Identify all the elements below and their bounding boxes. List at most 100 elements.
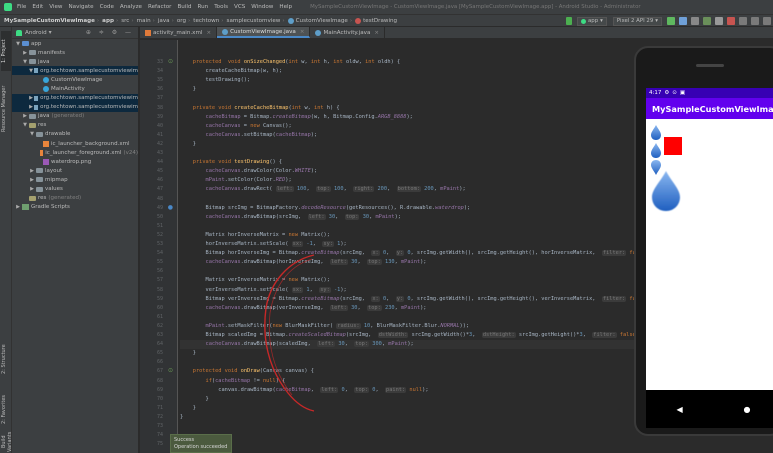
code-line[interactable]: private void testDrawing() { (180, 158, 282, 167)
code-line[interactable]: if(cacheBitmap != null) { (180, 377, 286, 386)
breadcrumb-class[interactable]: CustomViewImage (287, 17, 350, 24)
code-line[interactable]: cacheCanvas.drawBitmap(horInverseImg, le… (180, 258, 427, 267)
code-line[interactable]: Bitmap verInverseImg = Bitmap.createBitm… (180, 295, 652, 304)
tree-item[interactable]: ▼ app (12, 39, 138, 48)
breadcrumb-item[interactable]: techtown (193, 18, 219, 24)
profile-icon[interactable] (703, 17, 711, 25)
code-line[interactable]: Bitmap srcImg = BitmapFactory.decodeReso… (180, 204, 471, 213)
code-line[interactable]: } (180, 349, 196, 358)
attach-icon[interactable] (691, 17, 699, 25)
sync-icon[interactable] (715, 17, 723, 25)
code-line[interactable]: horInverseMatrix.setScale( sx: -1, sy: 1… (180, 240, 347, 249)
expand-arrow-icon[interactable]: ▶ (15, 204, 21, 210)
code-line[interactable]: private void createCacheBitmap(int w, in… (180, 104, 340, 113)
tab-mainactivity-java[interactable]: MainActivity.java × (310, 27, 386, 38)
tree-item[interactable]: ic_launcher_foreground.xml (v24) (12, 148, 138, 157)
debug-icon[interactable] (679, 17, 687, 25)
success-notification[interactable]: Success Operation succeeded (170, 434, 232, 453)
tab-customviewimage-java[interactable]: CustomViewImage.java × (217, 27, 311, 38)
menu-item-tools[interactable]: Tools (214, 4, 228, 10)
close-icon[interactable]: × (300, 29, 305, 35)
tree-item[interactable]: ▶ values (12, 185, 138, 194)
override-marker-icon[interactable]: ⊙ (168, 58, 173, 65)
expand-arrow-icon[interactable]: ▶ (29, 104, 33, 110)
close-icon[interactable]: × (374, 30, 379, 36)
tree-item[interactable]: MainActivity (12, 84, 138, 93)
breadcrumb-method[interactable]: testDrawing (355, 17, 399, 24)
breadcrumb-item[interactable]: samplecustomview (227, 18, 281, 24)
code-line[interactable]: createCacheBitmap(w, h); (180, 67, 283, 76)
project-view-select[interactable]: Android (25, 30, 47, 36)
breakpoint-info-icon[interactable]: ● (168, 204, 173, 211)
sdk-manager-icon[interactable] (751, 17, 759, 25)
tree-item[interactable]: ▼ org.techtown.samplecustomviewim (12, 66, 138, 76)
close-icon[interactable]: × (206, 30, 211, 36)
tree-item[interactable]: res (generated) (12, 194, 138, 203)
tab-build-variants[interactable]: Build Variants (1, 431, 11, 453)
menu-item-window[interactable]: Window (251, 4, 273, 10)
device-select[interactable]: Pixel 2 API 29 ▾ (612, 16, 662, 26)
code-line[interactable]: cacheBitmap = Bitmap.createBitmap(w, h, … (180, 113, 413, 122)
collapse-arrow-icon[interactable]: ▼ (15, 41, 21, 47)
code-line[interactable]: } (180, 413, 183, 422)
expand-arrow-icon[interactable]: ▶ (22, 50, 28, 56)
code-line[interactable]: mPaint.setMaskFilter(new BlurMaskFilter(… (180, 322, 469, 331)
code-line[interactable]: canvas.drawBitmap(cacheBitmap, left: 0, … (180, 386, 429, 395)
menu-item-view[interactable]: View (49, 4, 62, 10)
tab-activity-main-xml[interactable]: activity_main.xml × (140, 27, 218, 38)
tree-item[interactable]: ▶ Gradle Scripts (12, 203, 138, 212)
code-line[interactable]: cacheCanvas.drawColor(Color.WHITE); (180, 167, 318, 176)
expand-arrow-icon[interactable]: ▶ (22, 113, 28, 119)
menu-item-build[interactable]: Build (177, 4, 191, 10)
code-line[interactable]: } (180, 404, 196, 413)
tree-item[interactable]: ▶ mipmap (12, 175, 138, 184)
menu-item-edit[interactable]: Edit (32, 4, 43, 10)
code-line[interactable]: protected void onSizeChanged(int w, int … (180, 58, 400, 67)
menu-item-analyze[interactable]: Analyze (120, 4, 142, 10)
tree-item[interactable]: ▶ manifests (12, 48, 138, 57)
breadcrumb-item[interactable]: main (137, 18, 151, 24)
code-line[interactable]: mPaint.setColor(Color.RED); (180, 176, 292, 185)
menu-item-refactor[interactable]: Refactor (148, 4, 171, 10)
breadcrumb-item[interactable]: org (177, 18, 186, 24)
code-line[interactable]: Bitmap scaledImg = Bitmap.createScaledBi… (180, 331, 642, 340)
tab-project[interactable]: 1: Project (1, 31, 11, 71)
collapse-arrow-icon[interactable]: ▼ (22, 122, 28, 128)
code-line[interactable]: Bitmap horInverseImg = Bitmap.createBitm… (180, 249, 652, 258)
code-line[interactable]: } (180, 395, 209, 404)
code-line[interactable]: } (180, 85, 196, 94)
breadcrumb-item[interactable]: app (102, 18, 114, 24)
tree-item[interactable]: ▶ org.techtown.samplecustomviewim (12, 93, 138, 103)
code-line[interactable]: Matrix verInverseMatrix = new Matrix(); (180, 276, 330, 285)
collapse-arrow-icon[interactable]: ▼ (22, 59, 28, 65)
hammer-icon[interactable] (565, 17, 572, 25)
menu-item-run[interactable]: Run (197, 4, 208, 10)
menu-item-vcs[interactable]: VCS (234, 4, 245, 10)
code-line[interactable]: cacheCanvas.setBitmap(cacheBitmap); (180, 131, 318, 140)
breadcrumb-item[interactable]: java (158, 18, 170, 24)
emulator-screen[interactable]: 4:17 ⚙ ⊙ ▣ MySampleCustomViewImage ◀ ● (646, 88, 773, 428)
code-line[interactable]: testDrawing(); (180, 76, 251, 85)
run-icon[interactable] (667, 17, 675, 25)
tree-item[interactable]: ▼ java (12, 57, 138, 66)
run-config-select[interactable]: app ▾ (576, 16, 607, 26)
breadcrumb-item[interactable]: MySampleCustomViewImage (4, 18, 95, 24)
collapse-arrow-icon[interactable]: ▼ (29, 68, 33, 74)
tab-favorites[interactable]: 2: Favorites (1, 389, 11, 429)
code-line[interactable]: cacheCanvas.drawRect( left: 100, top: 10… (180, 185, 466, 194)
stop-icon[interactable] (727, 17, 735, 25)
expand-arrow-icon[interactable]: ▶ (29, 168, 35, 174)
tree-item[interactable]: ic_launcher_background.xml (12, 139, 138, 148)
menu-item-file[interactable]: File (17, 4, 26, 10)
tab-resource-manager[interactable]: Resource Manager (1, 77, 11, 141)
layout-inspector-icon[interactable] (763, 17, 771, 25)
expand-arrow-icon[interactable]: ▶ (29, 186, 35, 192)
tree-item[interactable]: ▶ org.techtown.samplecustomviewim (12, 102, 138, 112)
tab-structure[interactable]: 2: Structure (1, 339, 11, 379)
tree-item[interactable]: ▼ drawable (12, 130, 138, 139)
expand-arrow-icon[interactable]: ▶ (29, 95, 33, 101)
avd-manager-icon[interactable] (739, 17, 747, 25)
expand-arrow-icon[interactable]: ▶ (29, 177, 35, 183)
breadcrumb-item[interactable]: src (121, 18, 129, 24)
menu-item-code[interactable]: Code (100, 4, 114, 10)
